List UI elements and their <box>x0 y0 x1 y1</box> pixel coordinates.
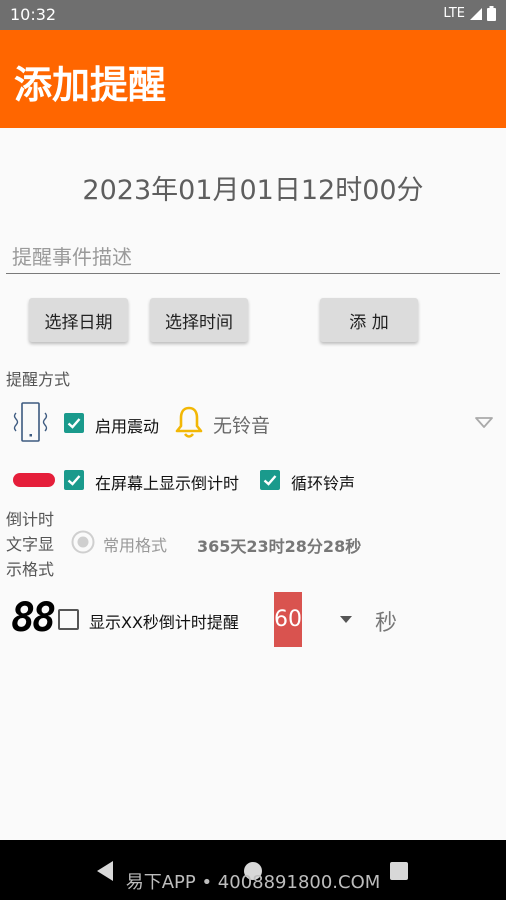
common-format-label: 常用格式 <box>103 536 168 555</box>
countdown-format-sample: 365天23时28分28秒 <box>197 537 362 556</box>
page-title: 添加提醒 <box>14 63 167 107</box>
countdown-bar-icon <box>13 473 55 487</box>
seven-segment-digits-icon: 88 <box>11 595 56 641</box>
countdown-on-screen-label: 在屏幕上显示倒计时 <box>95 474 240 493</box>
vibration-ringtone-row: 启用震动 无铃音 <box>0 400 506 446</box>
countdown-reminder-checkbox[interactable] <box>58 609 79 630</box>
ringtone-label[interactable]: 无铃音 <box>213 411 270 438</box>
vibration-label: 启用震动 <box>95 417 160 436</box>
bell-icon[interactable] <box>174 405 204 441</box>
reminder-method-label: 提醒方式 <box>6 370 71 389</box>
add-button[interactable]: 添 加 <box>320 298 418 342</box>
loop-ringtone-label: 循环铃声 <box>291 474 356 493</box>
countdown-format-label: 倒计时 文字显 示格式 <box>6 507 54 582</box>
reminder-description-input[interactable] <box>6 240 500 274</box>
vibration-checkbox[interactable] <box>64 413 84 433</box>
countdown-format-label-line2: 文字显 <box>6 535 55 554</box>
countdown-format-label-line3: 示格式 <box>6 560 55 579</box>
countdown-reminder-label: 显示XX秒倒计时提醒 <box>89 613 239 632</box>
seconds-value-box[interactable]: 60 <box>274 592 302 647</box>
status-icons: LTE <box>443 6 496 21</box>
battery-icon <box>487 6 496 21</box>
check-icon <box>67 475 81 486</box>
ringtone-dropdown-icon[interactable] <box>474 416 494 430</box>
loop-ringtone-checkbox[interactable] <box>260 470 280 490</box>
status-bar: 10:32 LTE <box>0 0 506 30</box>
navigation-bar: 易下APP • 4008891800.COM <box>0 840 506 900</box>
seconds-value: 60 <box>274 607 302 632</box>
selected-datetime: 2023年01月01日12时00分 <box>82 175 424 206</box>
status-time: 10:32 <box>10 5 57 24</box>
network-label: LTE <box>443 6 465 21</box>
common-format-radio[interactable] <box>70 529 96 555</box>
seconds-unit: 秒 <box>375 611 398 636</box>
countdown-loop-row: 在屏幕上显示倒计时 循环铃声 <box>0 462 506 498</box>
app-bar: 添加提醒 <box>0 30 506 128</box>
signal-icon <box>470 7 482 20</box>
watermark-text: 易下APP • 4008891800.COM <box>125 872 381 893</box>
check-icon <box>263 475 277 486</box>
vibration-phone-icon <box>13 402 48 442</box>
select-time-button[interactable]: 选择时间 <box>150 298 248 342</box>
countdown-format-label-line1: 倒计时 <box>6 510 55 529</box>
select-date-button[interactable]: 选择日期 <box>29 298 128 342</box>
countdown-on-screen-checkbox[interactable] <box>64 470 84 490</box>
check-icon <box>67 418 81 429</box>
seconds-dropdown-icon[interactable] <box>339 615 353 625</box>
